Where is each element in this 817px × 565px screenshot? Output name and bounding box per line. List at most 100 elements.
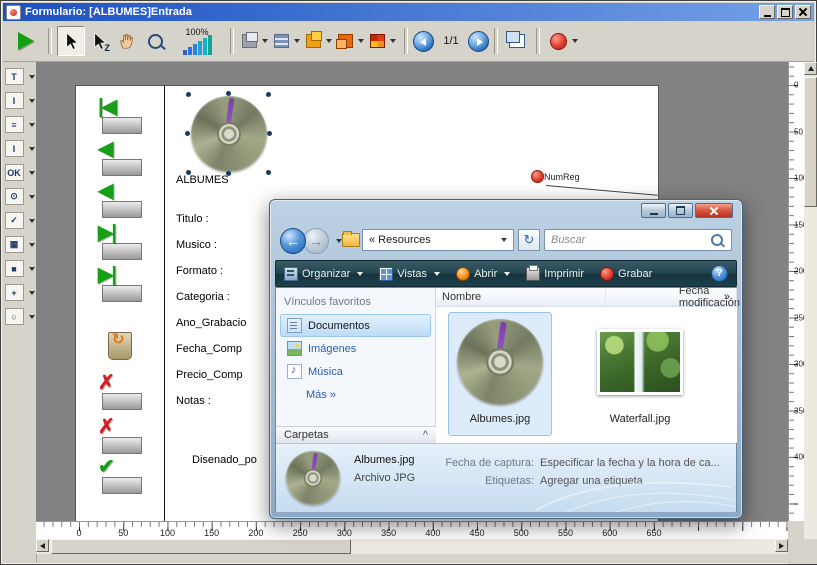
toolbox-item[interactable]: T: [5, 68, 35, 85]
dialog-minimize-button[interactable]: [641, 203, 666, 218]
form-nav-icon[interactable]: |◀: [82, 96, 158, 136]
toolbox-item[interactable]: ⊙: [5, 188, 35, 205]
vertical-scrollbar[interactable]: [804, 62, 817, 554]
form-line-object[interactable]: [546, 185, 658, 196]
align-tools-dropdown[interactable]: [239, 26, 271, 56]
run-button[interactable]: [9, 26, 43, 56]
bring-front-dropdown[interactable]: [303, 26, 335, 56]
toolbox-item[interactable]: ✓: [5, 212, 35, 229]
maximize-button[interactable]: [777, 5, 793, 19]
form-nav-icon[interactable]: ✗: [82, 416, 158, 456]
grid-color-dropdown[interactable]: [367, 26, 399, 56]
favorite-label: Más »: [306, 389, 336, 401]
toolbox-item[interactable]: I: [5, 140, 35, 157]
cascade-windows-button[interactable]: [503, 26, 531, 56]
explorer-toolbar-item[interactable]: Grabar: [600, 267, 652, 281]
refresh-button[interactable]: [518, 229, 540, 251]
form-field-label[interactable]: Musico :: [176, 232, 246, 258]
breadcrumb-bar[interactable]: « Resources: [362, 229, 514, 251]
horizontal-ruler: 050100150200250300350400450500550600650: [36, 521, 788, 539]
column-header[interactable]: Fecha modificación: [700, 288, 718, 306]
separator: [230, 28, 234, 54]
form-selected-image[interactable]: [188, 94, 270, 174]
folders-bar[interactable]: Carpetas ^: [276, 426, 436, 443]
selection-handle[interactable]: [185, 131, 190, 136]
minimize-button[interactable]: [759, 5, 775, 19]
breadcrumb[interactable]: « Resources: [369, 234, 498, 246]
horizontal-scroll-thumb[interactable]: [51, 539, 351, 554]
toolbar-item-icon: [456, 267, 470, 281]
form-field-label[interactable]: Notas :: [176, 388, 246, 414]
file-name: Albumes.jpg: [470, 413, 531, 425]
toolbox-item[interactable]: OK: [5, 164, 35, 181]
chevron-up-icon[interactable]: ^: [423, 429, 428, 441]
pan-tool-button[interactable]: [113, 26, 141, 56]
horizontal-scrollbar[interactable]: [36, 539, 788, 554]
form-nav-icon[interactable]: ✗: [82, 372, 158, 412]
breadcrumb-dropdown-icon[interactable]: [501, 238, 507, 242]
toolbox-item[interactable]: +: [5, 284, 35, 301]
file-item[interactable]: Albumes.jpg: [448, 312, 552, 436]
forward-button[interactable]: [303, 228, 329, 254]
next-page-button[interactable]: [468, 31, 489, 52]
explorer-toolbar-item[interactable]: Abrir: [456, 267, 510, 281]
scroll-left-button[interactable]: [36, 539, 49, 552]
record-button[interactable]: [545, 26, 583, 56]
explorer-toolbar-item[interactable]: Vistas: [379, 267, 440, 281]
form-title-label[interactable]: ALBUMES: [176, 174, 229, 186]
file-item[interactable]: Waterfall.jpg: [588, 312, 692, 436]
form-nav-icon[interactable]: ▶|: [82, 264, 158, 304]
sidebar-favorite-item[interactable]: Documentos: [280, 314, 431, 337]
column-header[interactable]: Nombre: [436, 288, 606, 306]
help-button[interactable]: ?: [711, 265, 728, 282]
form-field-label[interactable]: Formato :: [176, 258, 246, 284]
dialog-maximize-button[interactable]: [668, 203, 693, 218]
form-nav-icon[interactable]: ◀: [82, 180, 158, 220]
back-button[interactable]: [280, 228, 306, 254]
explorer-dialog[interactable]: « Resources Organizar Vistas: [269, 199, 743, 519]
send-back-dropdown[interactable]: [335, 26, 367, 56]
form-field-label[interactable]: Fecha_Comp: [176, 336, 246, 362]
form-field-label[interactable]: Categoria :: [176, 284, 246, 310]
select-tool-button[interactable]: [57, 26, 85, 56]
sidebar-favorite-item[interactable]: Más »: [280, 383, 431, 406]
form-field-label[interactable]: Ano_Grabacio: [176, 310, 246, 336]
dialog-close-button[interactable]: [695, 203, 733, 218]
sidebar-favorite-item[interactable]: Música: [280, 360, 431, 383]
search-box[interactable]: [544, 229, 732, 251]
scroll-up-button[interactable]: [804, 62, 817, 75]
titlebar[interactable]: Formulario: [ALBUMES]Entrada: [3, 3, 814, 21]
numreg-icon[interactable]: [531, 170, 544, 183]
zoom-level-control[interactable]: 100%: [169, 25, 225, 57]
selection-handle[interactable]: [266, 170, 271, 175]
ruler-label: 650: [646, 528, 661, 538]
vertical-scroll-thumb[interactable]: [804, 77, 817, 207]
column-header[interactable]: »: [718, 288, 737, 306]
selection-handle[interactable]: [186, 92, 191, 97]
toolbox-item[interactable]: ■: [5, 260, 35, 277]
toolbox-item[interactable]: ○: [5, 308, 35, 325]
form-nav-icon[interactable]: ▶|: [82, 222, 158, 262]
explorer-toolbar-item[interactable]: Organizar: [284, 267, 363, 281]
toolbox-item[interactable]: ▦: [5, 236, 35, 253]
sidebar-favorite-item[interactable]: Imágenes: [280, 337, 431, 360]
spacing-tools-dropdown[interactable]: [271, 26, 303, 56]
selection-handle[interactable]: [266, 92, 271, 97]
selection-handle[interactable]: [267, 131, 272, 136]
form-field-label[interactable]: Titulo :: [176, 206, 246, 232]
prev-page-button[interactable]: [413, 31, 434, 52]
tab-order-tool-button[interactable]: Z: [85, 26, 113, 56]
form-field-label[interactable]: Precio_Comp: [176, 362, 246, 388]
toolbox-item[interactable]: ≡: [5, 116, 35, 133]
toolbox-item[interactable]: I: [5, 92, 35, 109]
selection-handle[interactable]: [226, 91, 231, 96]
scroll-right-button[interactable]: [775, 539, 788, 552]
close-button[interactable]: [795, 5, 811, 19]
form-nav-icon[interactable]: ✔: [82, 456, 158, 496]
form-designer-label[interactable]: Disenado_po: [192, 454, 257, 466]
zoom-tool-button[interactable]: [141, 26, 169, 56]
form-nav-icon[interactable]: ◀: [82, 138, 158, 178]
form-nav-icon[interactable]: ↻: [82, 322, 158, 362]
search-input[interactable]: [545, 234, 711, 246]
explorer-toolbar-item[interactable]: Imprimir: [526, 267, 584, 281]
